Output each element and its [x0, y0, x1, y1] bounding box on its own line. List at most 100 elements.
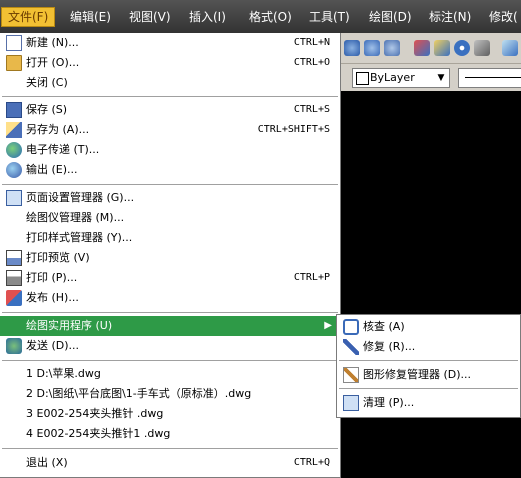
menu-separator: [339, 388, 518, 389]
shortcut-label: CTRL+P: [293, 272, 330, 283]
menu-item-save[interactable]: 保存 (S) CTRL+S: [0, 100, 340, 120]
menu-dimension[interactable]: 标注(N): [423, 8, 477, 26]
menu-edit[interactable]: 编辑(E): [64, 8, 117, 26]
menu-item-label: 退出 (X): [26, 456, 68, 469]
etransmit-icon: [6, 142, 22, 158]
print-preview-icon: [6, 250, 22, 266]
menu-item-export[interactable]: 输出 (E)...: [0, 160, 340, 180]
color-swatch: [356, 72, 369, 85]
menu-item-publish[interactable]: 发布 (H)...: [0, 288, 340, 308]
menu-item-label: 发布 (H)...: [26, 291, 79, 304]
recent-file-3[interactable]: 3 E002-254夹头推针 .dwg: [0, 404, 340, 424]
menu-item-label: 保存 (S): [26, 103, 68, 116]
properties-toolbar: ByLayer ▼: [340, 64, 521, 91]
menu-item-exit[interactable]: 退出 (X) CTRL+Q: [0, 453, 340, 473]
properties-icon[interactable]: [414, 40, 430, 56]
markup-icon[interactable]: [502, 40, 518, 56]
page-setup-icon: [6, 190, 22, 206]
menu-item-label: 关闭 (C): [26, 76, 68, 89]
menu-bar: 文件(F) 编辑(E) 视图(V) 插入(I) 格式(O) 工具(T) 绘图(D…: [0, 0, 521, 34]
menu-item-label: 2 D:\图纸\平台底图\1-手车式（原标准）.dwg: [26, 387, 252, 400]
menu-item-label: 另存为 (A)...: [26, 123, 90, 136]
menu-item-send[interactable]: 发送 (D)...: [0, 336, 340, 356]
toolbar-area: ByLayer ▼: [340, 33, 521, 91]
recent-file-2[interactable]: 2 D:\图纸\平台底图\1-手车式（原标准）.dwg: [0, 384, 340, 404]
recent-file-1[interactable]: 1 D:\苹果.dwg: [0, 364, 340, 384]
open-folder-icon: [6, 55, 22, 71]
design-center-icon[interactable]: [434, 40, 450, 56]
menu-item-print[interactable]: 打印 (P)... CTRL+P: [0, 268, 340, 288]
menu-separator: [2, 312, 338, 313]
drawing-recovery-icon: [343, 367, 359, 383]
menu-item-new[interactable]: 新建 (N)... CTRL+N: [0, 33, 340, 53]
shortcut-label: CTRL+S: [293, 104, 330, 115]
menu-insert[interactable]: 插入(I): [183, 8, 232, 26]
menu-item-label: 输出 (E)...: [26, 163, 78, 176]
chevron-down-icon: ▼: [437, 73, 445, 83]
publish-icon: [6, 290, 22, 306]
purge-icon: [343, 395, 359, 411]
shortcut-label: CTRL+O: [293, 57, 330, 68]
zoom-icon[interactable]: [344, 40, 360, 56]
menu-item-plotter-manager[interactable]: 绘图仪管理器 (M)...: [0, 208, 340, 228]
menu-item-label: 核查 (A): [363, 320, 405, 333]
menu-item-label: 发送 (D)...: [26, 339, 80, 352]
menu-draw[interactable]: 绘图(D): [363, 8, 418, 26]
save-as-icon: [6, 122, 22, 138]
printer-icon: [6, 270, 22, 286]
menu-item-plot-style-manager[interactable]: 打印样式管理器 (Y)...: [0, 228, 340, 248]
menu-item-page-setup[interactable]: 页面设置管理器 (G)...: [0, 188, 340, 208]
menu-item-label: 3 E002-254夹头推针 .dwg: [26, 407, 164, 420]
color-value: ByLayer: [370, 71, 415, 84]
sheet-set-icon[interactable]: [474, 40, 490, 56]
save-disk-icon: [6, 102, 22, 118]
submenu-item-purge[interactable]: 清理 (P)...: [337, 393, 520, 413]
menu-view[interactable]: 视图(V): [123, 8, 177, 26]
menu-item-label: 打印 (P)...: [26, 271, 78, 284]
menu-item-label: 绘图实用程序 (U): [26, 319, 113, 332]
linetype-control-dropdown[interactable]: [458, 68, 521, 88]
menu-separator: [339, 360, 518, 361]
menu-modify[interactable]: 修改(: [483, 8, 521, 26]
menu-item-label: 绘图仪管理器 (M)...: [26, 211, 125, 224]
menu-item-label: 图形修复管理器 (D)...: [363, 368, 472, 381]
zoom-window-icon[interactable]: [364, 40, 380, 56]
menu-item-label: 修复 (R)...: [363, 340, 416, 353]
color-control-dropdown[interactable]: ByLayer ▼: [352, 68, 450, 88]
file-menu: 新建 (N)... CTRL+N 打开 (O)... CTRL+O 关闭 (C)…: [0, 33, 341, 478]
standard-toolbar: [340, 33, 521, 64]
recent-file-4[interactable]: 4 E002-254夹头推针1 .dwg: [0, 424, 340, 444]
shortcut-label: CTRL+SHIFT+S: [257, 124, 330, 135]
menu-item-open[interactable]: 打开 (O)... CTRL+O: [0, 53, 340, 73]
menu-separator: [2, 184, 338, 185]
drawing-utilities-submenu: 核查 (A) 修复 (R)... 图形修复管理器 (D)... 清理 (P)..…: [336, 314, 521, 418]
tool-palettes-icon[interactable]: [454, 40, 470, 56]
menu-item-etransmit[interactable]: 电子传递 (T)...: [0, 140, 340, 160]
submenu-item-recover[interactable]: 修复 (R)...: [337, 337, 520, 357]
menu-item-label: 打印预览 (V): [26, 251, 90, 264]
menu-item-label: 打开 (O)...: [26, 56, 80, 69]
menu-item-label: 1 D:\苹果.dwg: [26, 367, 101, 380]
linetype-preview: [465, 77, 521, 78]
menu-item-save-as[interactable]: 另存为 (A)... CTRL+SHIFT+S: [0, 120, 340, 140]
menu-item-label: 打印样式管理器 (Y)...: [26, 231, 133, 244]
menu-item-label: 电子传递 (T)...: [26, 143, 100, 156]
submenu-item-audit[interactable]: 核查 (A): [337, 317, 520, 337]
menu-item-label: 新建 (N)...: [26, 36, 79, 49]
zoom-previous-icon[interactable]: [384, 40, 400, 56]
menu-item-drawing-utilities[interactable]: 绘图实用程序 (U) ▶: [0, 316, 340, 336]
menu-item-print-preview[interactable]: 打印预览 (V): [0, 248, 340, 268]
menu-tools[interactable]: 工具(T): [303, 8, 356, 26]
menu-item-label: 清理 (P)...: [363, 396, 415, 409]
new-document-icon: [6, 35, 22, 51]
recover-wrench-icon: [343, 339, 359, 355]
audit-icon: [343, 319, 359, 335]
menu-format[interactable]: 格式(O): [243, 8, 298, 26]
menu-item-close[interactable]: 关闭 (C): [0, 73, 340, 93]
menu-item-label: 4 E002-254夹头推针1 .dwg: [26, 427, 171, 440]
menu-item-label: 页面设置管理器 (G)...: [26, 191, 135, 204]
menu-separator: [2, 448, 338, 449]
shortcut-label: CTRL+Q: [293, 457, 330, 468]
menu-file[interactable]: 文件(F): [1, 7, 56, 27]
submenu-item-drawing-recovery[interactable]: 图形修复管理器 (D)...: [337, 365, 520, 385]
